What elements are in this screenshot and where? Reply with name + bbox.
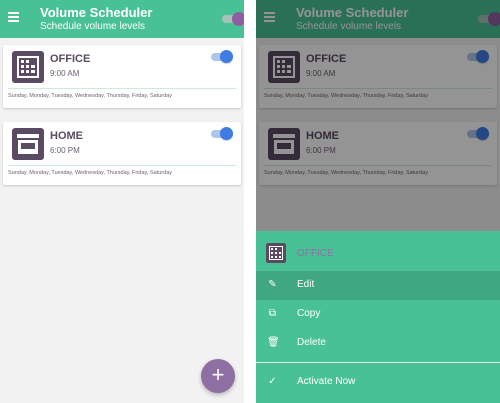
- schedule-card-office[interactable]: OFFICE 9:00 AM Sunday, Monday, Tuesday, …: [3, 45, 241, 108]
- context-menu-header: OFFICE: [256, 231, 500, 271]
- schedule-toggle[interactable]: [211, 50, 233, 64]
- menu-item-copy[interactable]: ⧉ Copy: [256, 300, 500, 329]
- check-icon: ✓: [268, 376, 277, 387]
- pencil-icon: ✎: [268, 279, 277, 290]
- copy-icon: ⧉: [268, 308, 277, 319]
- home-store-icon: [12, 128, 44, 160]
- office-building-icon: [266, 243, 286, 263]
- main-screen: Volume Scheduler Schedule volume levels: [0, 0, 244, 403]
- schedule-card-home[interactable]: HOME 6:00 PM Sunday, Monday, Tuesday, We…: [3, 122, 241, 185]
- menu-item-label: Activate Now: [297, 376, 356, 387]
- screenshot-canvas: Volume Scheduler Schedule volume levels: [0, 0, 500, 403]
- context-menu-screen: Volume Scheduler Schedule volume levels: [256, 0, 500, 403]
- app-bar: Volume Scheduler Schedule volume levels: [0, 0, 244, 38]
- modal-scrim[interactable]: [256, 0, 500, 231]
- schedule-toggle[interactable]: [211, 127, 233, 141]
- app-subtitle: Schedule volume levels: [40, 21, 146, 32]
- menu-item-label: Copy: [297, 308, 321, 319]
- menu-item-delete[interactable]: 🗑 Delete: [256, 329, 500, 358]
- schedule-name: HOME: [50, 130, 83, 142]
- schedule-time: 9:00 AM: [50, 69, 80, 78]
- schedule-days: Sunday, Monday, Tuesday, Wednesday, Thur…: [8, 170, 172, 176]
- divider: [8, 165, 236, 166]
- trash-icon: 🗑: [267, 337, 280, 348]
- menu-item-edit[interactable]: ✎ Edit: [256, 271, 500, 300]
- master-toggle[interactable]: [222, 12, 244, 26]
- app-title: Volume Scheduler: [40, 5, 153, 20]
- schedule-time: 6:00 PM: [50, 146, 80, 155]
- divider: [8, 88, 236, 89]
- menu-item-label: Delete: [297, 337, 326, 348]
- office-building-icon: [12, 51, 44, 83]
- context-menu-title: OFFICE: [297, 248, 334, 259]
- schedule-days: Sunday, Monday, Tuesday, Wednesday, Thur…: [8, 93, 172, 99]
- menu-icon[interactable]: [8, 12, 19, 22]
- menu-item-label: Edit: [297, 279, 315, 290]
- schedule-name: OFFICE: [50, 53, 91, 65]
- context-menu-sheet: OFFICE ✎ Edit ⧉ Copy 🗑 Delete ✓ Activate…: [256, 231, 500, 403]
- menu-item-activate-now[interactable]: ✓ Activate Now: [256, 368, 500, 397]
- menu-divider: [256, 362, 500, 363]
- add-schedule-button[interactable]: +: [201, 359, 235, 393]
